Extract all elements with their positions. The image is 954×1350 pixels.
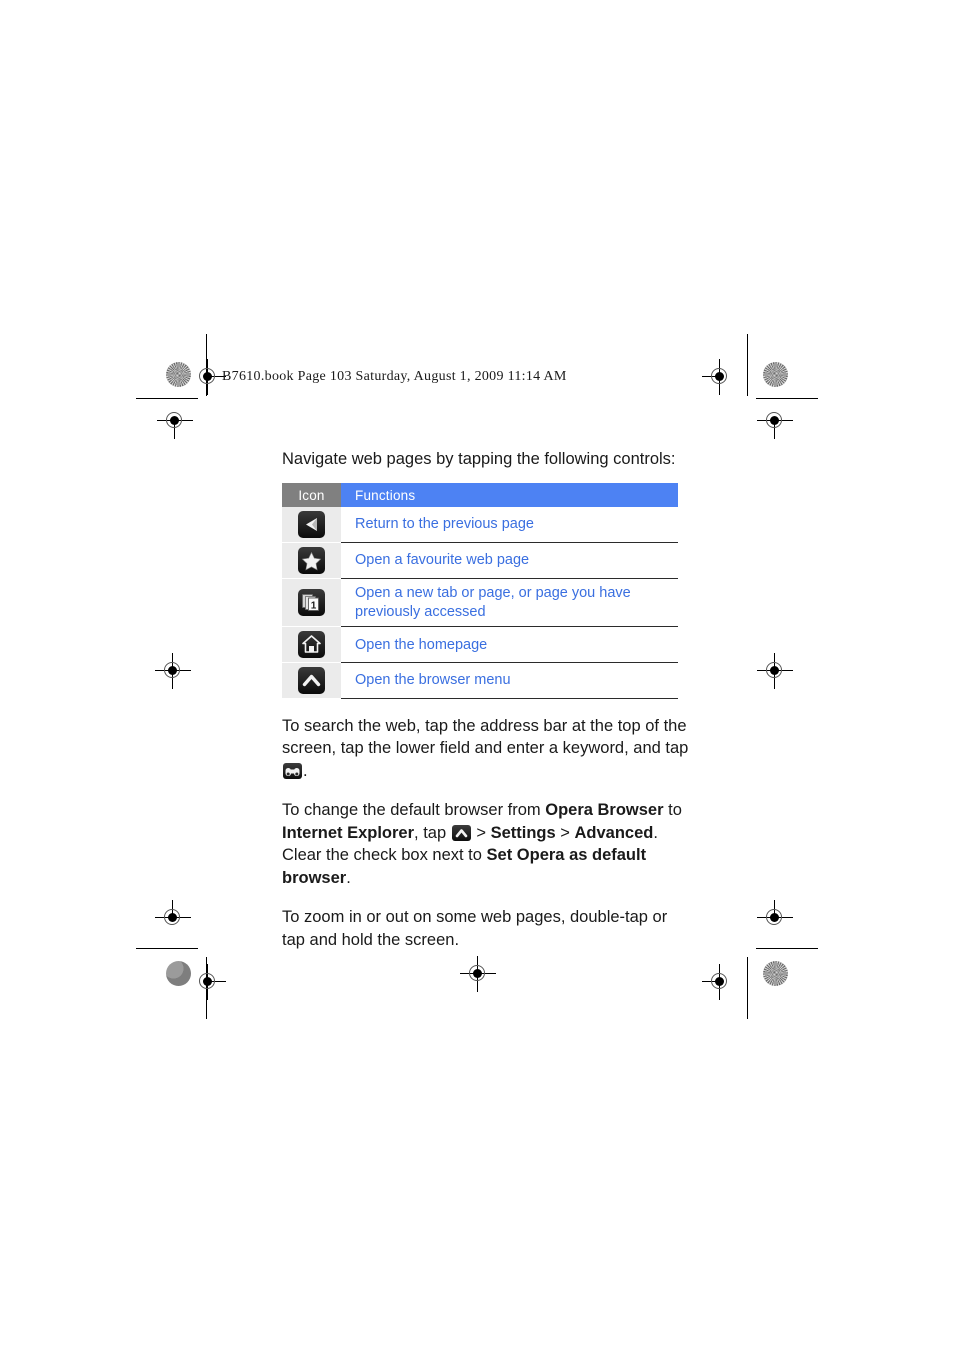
- paragraph-zoom: To zoom in or out on some web pages, dou…: [282, 908, 668, 949]
- registration-mark-bottom-left-outer: [155, 900, 191, 936]
- browser-text-part1: To change the default browser from: [282, 801, 546, 820]
- browser-text-part5: >: [555, 823, 575, 842]
- settings-bold: Settings: [490, 823, 556, 842]
- search-text-part2: .: [303, 762, 308, 781]
- registration-mark-top-right: [702, 359, 738, 395]
- registration-mark-bottom-right-outer: [757, 900, 793, 936]
- registration-mark-middle-right: [757, 653, 793, 689]
- star-icon: [298, 547, 325, 575]
- internet-explorer-bold: Internet Explorer: [282, 823, 415, 842]
- svg-text:1: 1: [311, 601, 317, 612]
- table-header-row: Icon Functions: [282, 483, 678, 508]
- paragraph-default-browser: To change the default browser from Opera…: [282, 799, 694, 889]
- icon-cell: 1: [282, 578, 341, 628]
- icon-cell: [282, 626, 341, 664]
- crop-line-horizontal-top-right: [756, 398, 818, 399]
- chevron-up-icon: [451, 824, 471, 841]
- registration-mark-top-left-outer: [157, 403, 193, 439]
- function-description: Open a new tab or page, or page you have…: [341, 578, 678, 628]
- registration-mark-top-right-outer: [757, 403, 793, 439]
- book-header-line: B7610.book Page 103 Saturday, August 1, …: [222, 369, 567, 384]
- column-header-icon: Icon: [282, 483, 341, 508]
- home-icon: [298, 631, 325, 659]
- column-header-functions: Functions: [341, 483, 678, 508]
- opera-browser-bold: Opera Browser: [545, 801, 664, 820]
- color-registration-dot-top-left: [166, 362, 191, 387]
- binoculars-icon: [283, 763, 302, 780]
- browser-text-part2: to: [663, 801, 682, 820]
- table-row: 1 Open a new tab or page, or page you ha…: [282, 578, 678, 628]
- crop-line-horizontal-bottom-left: [136, 948, 198, 949]
- table-row: Open a favourite web page: [282, 542, 678, 580]
- icon-cell: [282, 542, 341, 580]
- table-row: Open the homepage: [282, 626, 678, 664]
- function-description: Open a favourite web page: [341, 542, 678, 580]
- crop-line-horizontal-bottom-right: [756, 948, 818, 949]
- crop-line-vertical-top-right: [747, 334, 748, 396]
- controls-table: Icon Functions Return to the previous pa…: [282, 483, 678, 699]
- table-row: Open the browser menu: [282, 662, 678, 699]
- registration-mark-middle-left: [155, 653, 191, 689]
- color-registration-dot-top-right: [763, 362, 788, 387]
- icon-cell: [282, 662, 341, 699]
- crop-line-horizontal-top-left: [136, 398, 198, 399]
- crop-line-vertical-bottom-right: [747, 957, 748, 1019]
- chevron-up-icon: [298, 667, 325, 695]
- intro-paragraph: Navigate web pages by tapping the follow…: [282, 450, 676, 468]
- advanced-bold: Advanced: [574, 823, 654, 842]
- function-description: Open the browser menu: [341, 662, 678, 699]
- browser-text-part4: >: [471, 823, 491, 842]
- back-arrow-icon: [298, 511, 325, 539]
- function-description: Open the homepage: [341, 626, 678, 664]
- color-registration-dot-bottom-left: [166, 961, 191, 986]
- registration-mark-bottom-right: [702, 964, 738, 1000]
- paragraph-search: To search the web, tap the address bar a…: [282, 715, 694, 783]
- icon-cell: [282, 507, 341, 544]
- page-content: Navigate web pages by tapping the follow…: [282, 448, 694, 968]
- browser-text-part3: , tap: [414, 823, 451, 842]
- browser-text-part7: .: [346, 868, 351, 887]
- table-row: Return to the previous page: [282, 507, 678, 544]
- tabs-icon: 1: [298, 589, 325, 617]
- registration-mark-top-left: [190, 359, 226, 395]
- registration-mark-bottom-left: [190, 964, 226, 1000]
- search-text-part1: To search the web, tap the address bar a…: [282, 716, 689, 758]
- function-description: Return to the previous page: [341, 507, 678, 544]
- color-registration-dot-bottom-right: [763, 961, 788, 986]
